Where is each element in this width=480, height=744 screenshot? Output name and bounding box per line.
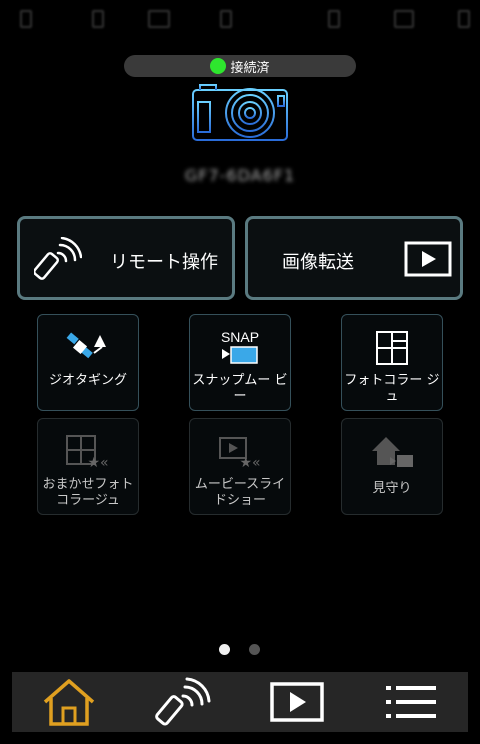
tile-label: フォトコラー ジュ [344, 373, 440, 404]
monitoring-tile: 見守り [341, 418, 443, 515]
connection-label: 接続済 [230, 60, 270, 76]
camera-icon [192, 84, 288, 141]
tile-label: 見守り [372, 481, 412, 496]
auto-collage-icon: ★« [66, 435, 109, 471]
home-camera-icon [372, 437, 413, 467]
connected-indicator-icon [210, 58, 227, 74]
tile-label: おまかせフォト コラージュ [42, 477, 134, 508]
satellite-icon [66, 332, 106, 359]
tile-label: ムービースライ ドショー [194, 477, 286, 508]
snap-icon-text: SNAP [221, 329, 259, 345]
status-strip [0, 0, 480, 40]
status-icon [458, 10, 470, 28]
status-icon [394, 10, 414, 28]
tile-label: スナップムー ビー [192, 373, 288, 404]
home-nav-icon[interactable] [39, 676, 99, 728]
movie-slideshow-icon: ★« [219, 437, 261, 471]
tile-label: ジオタギング [48, 373, 127, 388]
play-icon [404, 241, 452, 277]
camera-name: GF7-6DA6F1 [184, 166, 296, 185]
image-transfer-button[interactable]: 画像転送 [245, 216, 463, 300]
page-dot[interactable] [249, 644, 260, 655]
image-transfer-label: 画像転送 [282, 252, 354, 273]
menu-nav-icon[interactable] [382, 676, 442, 728]
svg-text:★«: ★« [239, 455, 260, 471]
status-icon [328, 10, 340, 28]
status-icon [220, 10, 232, 28]
snap-movie-tile[interactable]: SNAP スナップムー ビー [189, 314, 291, 411]
remote-control-label: リモート操作 [110, 252, 218, 273]
photo-collage-tile[interactable]: フォトコラー ジュ [341, 314, 443, 411]
playback-nav-icon[interactable] [268, 676, 328, 728]
remote-nav-icon[interactable] [153, 676, 213, 728]
remote-control-button[interactable]: リモート操作 [17, 216, 235, 300]
status-icon [92, 10, 104, 28]
page-dot-active[interactable] [219, 644, 230, 655]
svg-text:★«: ★« [87, 455, 108, 471]
movie-slideshow-tile: ★« ムービースライ ドショー [189, 418, 291, 515]
bottom-nav-bar [12, 672, 468, 732]
connection-status: 接続済 [124, 55, 356, 77]
snap-movie-icon: SNAP [221, 329, 259, 364]
photo-collage-icon [376, 331, 408, 365]
status-icon [148, 10, 170, 28]
status-icon [20, 10, 32, 28]
geotagging-tile[interactable]: ジオタギング [37, 314, 139, 411]
auto-photo-collage-tile: ★« おまかせフォト コラージュ [37, 418, 139, 515]
remote-control-icon [34, 237, 82, 280]
